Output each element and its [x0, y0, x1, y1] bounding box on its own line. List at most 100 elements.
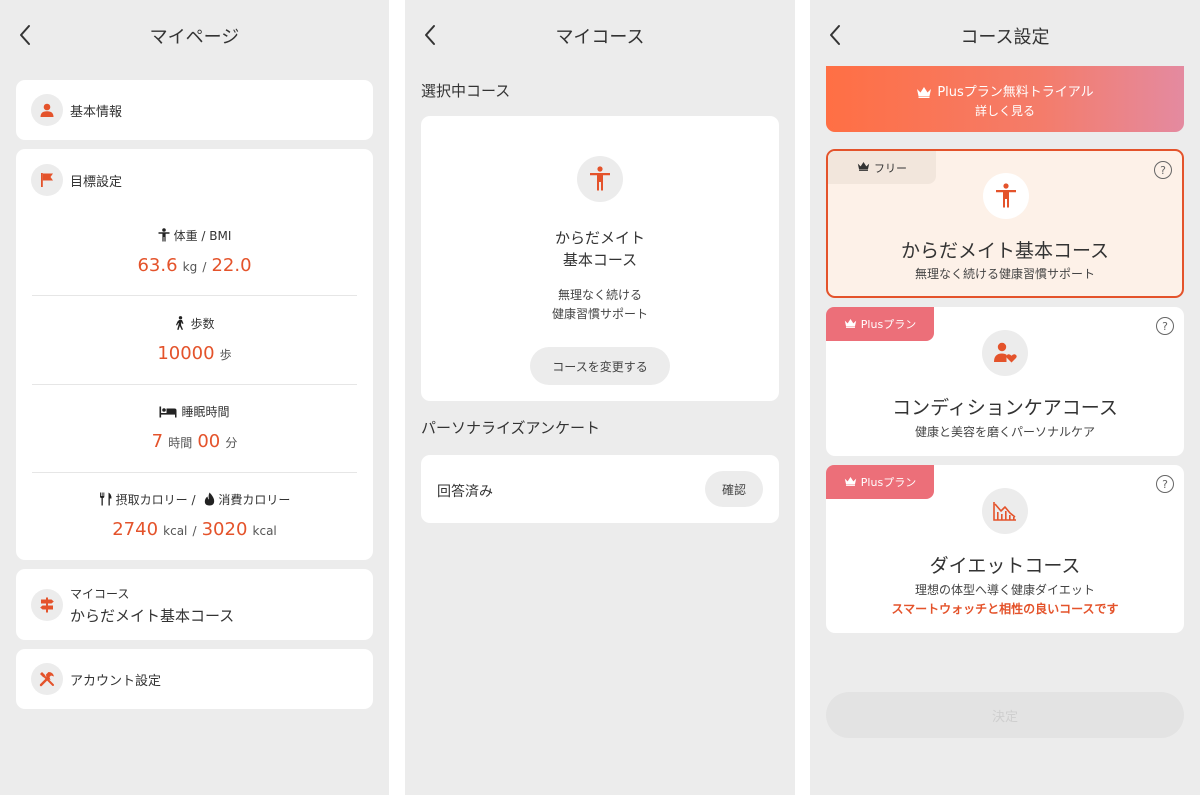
page-title: コース設定: [960, 27, 1050, 48]
change-course-button[interactable]: コースを変更する: [530, 347, 670, 385]
course-name: ダイエットコース: [929, 555, 1081, 577]
steps-goal-value: 10000 歩: [16, 343, 373, 364]
crown-icon: [916, 86, 932, 102]
my-course-value: からだメイト基本コース: [70, 607, 235, 625]
burn-unit: kcal: [252, 524, 277, 538]
course-note: スマートウォッチと相性の良いコースです: [891, 602, 1119, 616]
survey-status: 回答済み: [437, 484, 493, 500]
basic-info-label: 基本情報: [70, 105, 123, 120]
intake-unit: kcal: [163, 524, 188, 538]
decide-button[interactable]: 決定: [826, 692, 1184, 738]
tools-icon: [31, 663, 63, 695]
sleep-hours-unit: 時間: [168, 436, 193, 450]
page-title: マイコース: [555, 27, 645, 48]
badge-label: Plusプラン: [860, 476, 917, 489]
course-desc-line1: 無理なく続ける: [557, 288, 642, 302]
body-person-icon: [577, 156, 623, 202]
free-badge: フリー: [828, 151, 936, 184]
burn-value: 3020: [201, 519, 248, 540]
course-name: からだメイト基本コース: [900, 240, 1110, 262]
badge-label: フリー: [874, 161, 907, 175]
weight-value: 63.6: [137, 255, 178, 276]
divider: [32, 295, 357, 296]
badge-label: Plusプラン: [860, 318, 917, 331]
fire-icon: [204, 492, 215, 509]
bmi-value: 22.0: [211, 255, 252, 276]
standing-person-icon: [158, 228, 170, 245]
sleep-hours: 7: [151, 431, 164, 452]
weight-unit: kg: [182, 260, 198, 274]
banner-more-link[interactable]: 詳しく見る: [826, 102, 1184, 119]
downtrend-chart-icon: [982, 488, 1028, 534]
goal-settings-label: 目標設定: [70, 175, 123, 190]
banner-line1: Plusプラン無料トライアル: [937, 85, 1094, 100]
header: マイコース: [405, 0, 795, 72]
page-title: マイページ: [149, 27, 240, 48]
walking-icon: [174, 316, 186, 333]
crown-icon: [857, 161, 870, 174]
header: マイページ: [0, 0, 389, 72]
person-heart-icon: [982, 330, 1028, 376]
weight-label-text: 体重 / BMI: [173, 229, 232, 243]
weight-goal-label[interactable]: 体重 / BMI: [16, 227, 373, 245]
burn-label-text: 消費カロリー: [218, 493, 291, 507]
sleep-minutes: 00: [197, 431, 221, 452]
plus-badge: Plusプラン: [826, 465, 934, 499]
intake-label-text: 摂取カロリー /: [115, 493, 196, 507]
person-icon: [31, 94, 63, 126]
steps-unit: 歩: [219, 348, 232, 362]
divider: [32, 472, 357, 473]
survey-confirm-button[interactable]: 確認: [705, 471, 763, 507]
crown-icon: [844, 476, 857, 489]
steps-goal-label[interactable]: 歩数: [16, 315, 373, 333]
steps-value: 10000: [157, 343, 215, 364]
course-card-diet[interactable]: Plusプラン ? ダイエットコース 理想の体型へ導く健康ダイエット スマートウ…: [826, 465, 1184, 633]
course-settings-screen: コース設定 Plusプラン無料トライアル 詳しく見る フリー ? からだメイト基…: [810, 0, 1200, 795]
signpost-icon: [31, 589, 63, 621]
header: コース設定: [810, 0, 1200, 72]
bed-icon: [159, 406, 177, 421]
sleep-label-text: 睡眠時間: [181, 405, 230, 419]
mycourse-screen: マイコース 選択中コース からだメイト 基本コース 無理なく続ける 健康習慣サポ…: [405, 0, 795, 795]
selected-course-card: からだメイト 基本コース 無理なく続ける 健康習慣サポート コースを変更する: [421, 116, 779, 401]
divider: [32, 384, 357, 385]
course-desc-line2: 健康習慣サポート: [551, 307, 648, 321]
survey-card: 回答済み 確認: [421, 455, 779, 523]
course-desc: 健康と美容を磨くパーソナルケア: [914, 425, 1095, 439]
sleep-minutes-unit: 分: [225, 436, 238, 450]
course-desc: 理想の体型へ導く健康ダイエット: [915, 583, 1095, 597]
course-desc: 無理なく続ける健康習慣サポート: [914, 267, 1095, 281]
weight-separator: /: [202, 260, 207, 274]
course-name: コンディションケアコース: [892, 397, 1118, 419]
sleep-goal-value: 7 時間 00 分: [16, 431, 373, 452]
intake-value: 2740: [112, 519, 159, 540]
calorie-goal-label[interactable]: 摂取カロリー / 消費カロリー: [16, 491, 373, 509]
help-icon[interactable]: ?: [1156, 475, 1174, 493]
account-settings-label: アカウント設定: [70, 674, 162, 689]
help-icon[interactable]: ?: [1154, 161, 1172, 179]
course-card-condition[interactable]: Plusプラン ? コンディションケアコース 健康と美容を磨くパーソナルケア: [826, 307, 1184, 456]
calorie-separator: /: [192, 524, 197, 538]
goal-settings-card: 目標設定 体重 / BMI 63.6 kg / 22.0 歩数 10000 歩: [16, 149, 373, 560]
course-name-line1: からだメイト: [554, 229, 645, 247]
help-icon[interactable]: ?: [1156, 317, 1174, 335]
survey-heading: パーソナライズアンケート: [421, 419, 600, 437]
account-settings-row[interactable]: アカウント設定: [16, 649, 373, 709]
body-person-icon: [983, 173, 1029, 219]
flag-icon: [31, 164, 63, 196]
my-course-row[interactable]: マイコース からだメイト基本コース: [16, 569, 373, 640]
sleep-goal-label[interactable]: 睡眠時間: [16, 403, 373, 421]
course-card-basic[interactable]: フリー ? からだメイト基本コース 無理なく続ける健康習慣サポート: [826, 149, 1184, 298]
my-course-label: マイコース: [70, 587, 130, 601]
basic-info-row[interactable]: 基本情報: [16, 80, 373, 140]
weight-goal-value: 63.6 kg / 22.0: [16, 255, 373, 276]
plus-badge: Plusプラン: [826, 307, 934, 341]
plus-trial-banner[interactable]: Plusプラン無料トライアル 詳しく見る: [826, 66, 1184, 132]
calorie-goal-value: 2740 kcal / 3020 kcal: [16, 519, 373, 540]
course-name-line2: 基本コース: [562, 251, 638, 269]
banner-title: Plusプラン無料トライアル: [826, 81, 1184, 102]
mypage-screen: マイページ 基本情報 目標設定 体重 / BMI 63.6 kg / 22.0: [0, 0, 389, 795]
selected-course-heading: 選択中コース: [421, 82, 511, 100]
fork-knife-icon: [99, 492, 113, 509]
crown-icon: [844, 318, 857, 331]
